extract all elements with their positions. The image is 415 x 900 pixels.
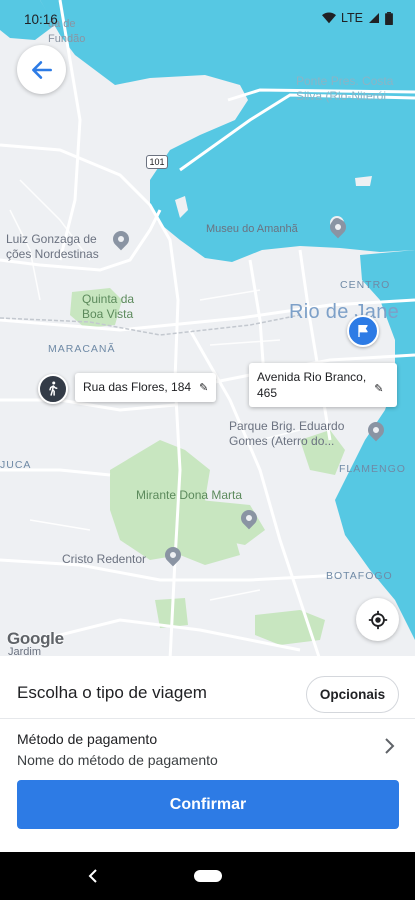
back-button[interactable] [17,45,66,94]
confirm-button[interactable]: Confirmar [17,780,399,829]
destination-marker[interactable] [347,315,379,347]
map-label-quinta: Quinta da Boa Vista [82,292,135,321]
map-label-city: Rio de Jane [289,301,400,323]
origin-marker[interactable] [38,374,68,404]
map-label-luiz-gonzaga: Luiz Gonzaga de ções Nordestinas [6,232,99,261]
origin-address-tag[interactable]: Rua das Flores, 184 ✎ [75,373,217,402]
network-type: LTE [341,11,363,25]
map-label-bridge: Ponte Pres. Costa Silva (Rio-Niterói [296,74,394,103]
chevron-right-icon [385,738,395,754]
my-location-icon [368,610,387,629]
bottom-sheet: Escolha o tipo de viagem Opcionais Métod… [0,656,415,852]
route-badge: 101 [146,155,168,169]
arrow-left-icon [31,60,52,79]
google-attribution: Google [7,629,64,648]
wifi-icon [322,12,336,24]
payment-method-row[interactable]: Método de pagamento Nome do método de pa… [0,719,415,775]
map-label-museum: Museu do Amanhã [206,223,298,235]
payment-method-title: Método de pagamento [17,731,158,747]
options-button[interactable]: Opcionais [306,676,399,713]
origin-address-text: Rua das Flores, 184 [83,380,192,394]
trip-type-title: Escolha o tipo de viagem [17,683,207,702]
status-bar: 10:16 LTE [0,0,415,38]
payment-method-value: Nome do método de pagamento [17,752,218,768]
battery-icon [385,11,393,25]
map-label-juca: JUCA [0,459,32,471]
destination-address-tag[interactable]: Avenida Rio Branco, 465 ✎ [249,363,397,407]
map-label-cristo: Cristo Redentor [62,552,147,566]
map-label-centro: CENTRO [340,279,391,291]
pencil-icon: ✎ [199,382,209,394]
my-location-button[interactable] [356,598,399,641]
map-view[interactable]: da de Fundão Ponte Pres. Costa Silva (Ri… [0,0,415,660]
status-time: 10:16 [24,12,58,27]
cellular-signal-icon [369,13,379,23]
destination-address-text: Avenida Rio Branco, 465 [257,370,367,400]
map-label-parque: Parque Brig. Eduardo Gomes (Aterro do... [229,419,345,448]
flag-icon [358,325,368,337]
walking-person-icon [49,381,58,396]
system-nav-bar [0,852,415,900]
map-label-maracana: MARACANÃ [48,343,116,355]
trip-type-row[interactable]: Escolha o tipo de viagem Opcionais [0,656,415,719]
pencil-icon: ✎ [374,383,384,395]
map-label-botafogo: BOTAFOGO [326,570,393,582]
status-icons: LTE [322,11,393,25]
map-label-flamengo: FLAMENGO [339,463,406,475]
nav-home-pill[interactable] [194,870,222,882]
map-label-mirante: Mirante Dona Marta [136,488,243,502]
nav-back-icon[interactable] [86,866,100,886]
